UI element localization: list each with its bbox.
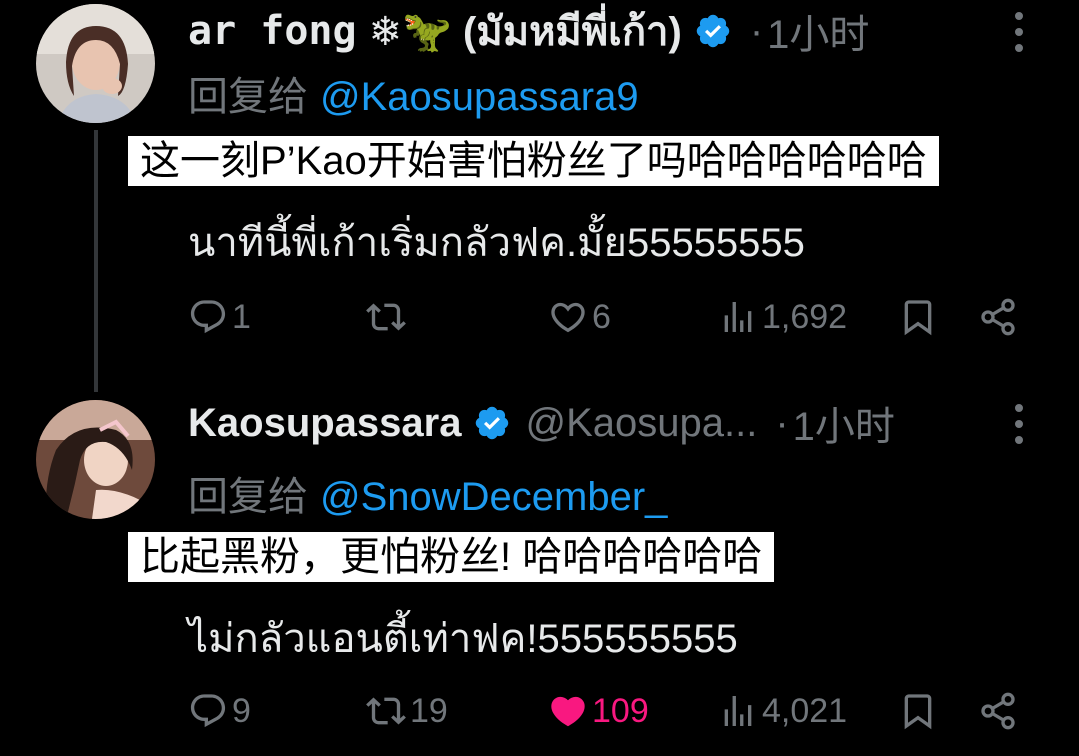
- separator-dot: ·: [775, 400, 789, 445]
- bookmark-button[interactable]: [898, 686, 938, 736]
- reply-context: 回复给 @SnowDecember_: [188, 464, 667, 522]
- reply-mention-link[interactable]: @SnowDecember_: [320, 475, 667, 519]
- retweet-button[interactable]: [366, 292, 410, 342]
- avatar[interactable]: [36, 400, 155, 519]
- views-button[interactable]: 1,692: [718, 292, 847, 342]
- verified-badge-icon: [694, 12, 732, 50]
- translation-caption: 这一刻P’Kao开始害怕粉丝了吗哈哈哈哈哈哈: [128, 136, 939, 186]
- views-count: 1,692: [762, 297, 848, 336]
- reply-count: 9: [232, 691, 251, 730]
- timestamp[interactable]: 1小时: [793, 394, 895, 452]
- more-icon[interactable]: [1007, 404, 1031, 444]
- like-icon: [548, 691, 588, 731]
- display-name-suffix: ❄🦖 (มัมหมีพี่เก้า): [368, 10, 682, 54]
- separator-dot: ·: [749, 8, 764, 53]
- verified-badge-icon: [473, 404, 511, 442]
- handle[interactable]: @Kaosupa...: [525, 401, 757, 446]
- views-count: 4,021: [762, 691, 848, 730]
- reply-prefix: 回复给: [188, 75, 308, 119]
- more-icon[interactable]: [1007, 12, 1031, 52]
- views-icon: [718, 297, 758, 337]
- share-icon: [978, 691, 1018, 731]
- views-icon: [718, 691, 758, 731]
- action-bar: 1 6 1,692: [188, 292, 1028, 342]
- like-button[interactable]: 109: [548, 686, 649, 736]
- reply-mention-link[interactable]: @Kaosupassara9: [320, 75, 639, 119]
- reply-count: 1: [232, 297, 251, 336]
- reply-button[interactable]: 9: [188, 686, 251, 736]
- display-name[interactable]: Kaosupassara: [188, 401, 461, 446]
- retweet-button[interactable]: 19: [366, 686, 448, 736]
- tweet[interactable]: Kaosupassara @Kaosupa... · 1小时 回复给 @SnowD…: [0, 390, 1079, 756]
- retweet-icon: [366, 691, 406, 731]
- tweet-header: ar fong ❄🦖 (มัมหมีพี่เก้า) · 1小时: [188, 8, 869, 57]
- like-count: 109: [592, 691, 649, 730]
- bookmark-button[interactable]: [898, 292, 938, 342]
- action-bar: 9 19 109 4,021: [188, 686, 1028, 736]
- display-name[interactable]: ar fong: [188, 8, 357, 54]
- share-button[interactable]: [978, 686, 1018, 736]
- thread-line: [94, 130, 98, 392]
- bookmark-icon: [898, 297, 938, 337]
- translation-caption: 比起黑粉，更怕粉丝! 哈哈哈哈哈哈: [128, 532, 775, 582]
- tweet-text: นาทีนี้พี่เก้าเริ่มกลัวฟค.มั้ย55555555: [188, 221, 805, 265]
- share-icon: [978, 297, 1018, 337]
- views-button[interactable]: 4,021: [718, 686, 847, 736]
- tweet-text: ไม่กลัวแอนตี้เท่าฟค!555555555: [188, 617, 738, 661]
- retweet-icon: [366, 297, 406, 337]
- avatar[interactable]: [36, 4, 155, 123]
- retweet-count: 19: [410, 691, 448, 730]
- like-button[interactable]: 6: [548, 292, 611, 342]
- tweet-header: Kaosupassara @Kaosupa... · 1小时: [188, 400, 895, 450]
- reply-context: 回复给 @Kaosupassara9: [188, 64, 639, 122]
- timestamp[interactable]: 1小时: [767, 2, 869, 60]
- reply-prefix: 回复给: [188, 475, 308, 519]
- tweet[interactable]: ar fong ❄🦖 (มัมหมีพี่เก้า) · 1小时 回复给 @Kao…: [0, 0, 1079, 392]
- reply-button[interactable]: 1: [188, 292, 251, 342]
- reply-icon: [188, 691, 228, 731]
- like-icon: [548, 297, 588, 337]
- bookmark-icon: [898, 691, 938, 731]
- like-count: 6: [592, 297, 611, 336]
- reply-icon: [188, 297, 228, 337]
- share-button[interactable]: [978, 292, 1018, 342]
